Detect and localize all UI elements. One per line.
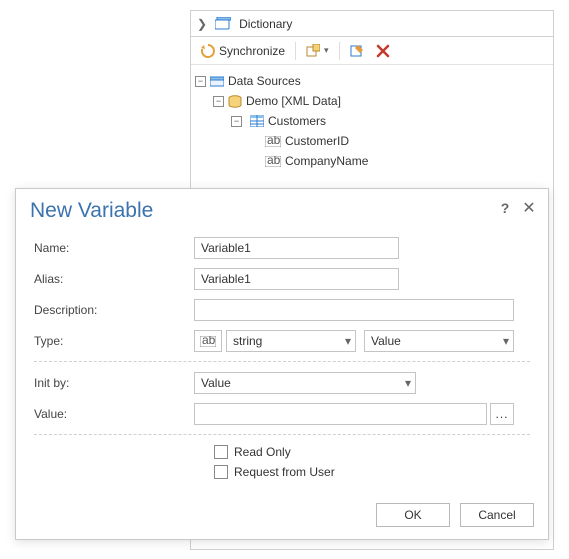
- initby-select[interactable]: Value ▾: [194, 372, 416, 394]
- edit-button[interactable]: [346, 42, 368, 60]
- name-label: Name:: [34, 241, 194, 255]
- initby-label: Init by:: [34, 376, 194, 390]
- ok-label: OK: [404, 508, 421, 522]
- readonly-label: Read Only: [234, 445, 291, 459]
- tree-label: Customers: [268, 114, 326, 128]
- request-from-user-label: Request from User: [234, 465, 335, 479]
- divider: [34, 361, 530, 362]
- dictionary-toolbar: Synchronize ▾: [191, 37, 553, 65]
- database-icon: [228, 95, 242, 108]
- delete-icon: [376, 44, 390, 58]
- tree-label: CustomerID: [285, 134, 349, 148]
- tree-label: Demo [XML Data]: [246, 94, 341, 108]
- initby-value: Value: [201, 376, 231, 390]
- divider: [34, 434, 530, 435]
- chevron-down-icon: ▾: [405, 376, 411, 390]
- synchronize-label: Synchronize: [219, 44, 285, 58]
- svg-text:abc: abc: [202, 336, 216, 347]
- dialog-button-bar: OK Cancel: [376, 503, 534, 527]
- dictionary-icon: [215, 17, 231, 31]
- cancel-label: Cancel: [478, 508, 515, 522]
- value-label: Value:: [34, 407, 194, 421]
- tree-node-demo[interactable]: − Demo [XML Data]: [195, 91, 549, 111]
- alias-input[interactable]: [194, 268, 399, 290]
- readonly-checkbox[interactable]: [214, 445, 228, 459]
- tree-node-customers[interactable]: − Customers: [231, 111, 549, 131]
- request-from-user-checkbox[interactable]: [214, 465, 228, 479]
- field-icon: abc: [265, 136, 281, 147]
- datasource-icon: [210, 75, 224, 87]
- new-item-button[interactable]: ▾: [302, 42, 333, 60]
- dictionary-header: ❯ Dictionary: [191, 11, 553, 37]
- new-item-icon: [306, 44, 320, 58]
- svg-text:abc: abc: [267, 156, 281, 167]
- refresh-icon: [201, 44, 215, 58]
- string-type-icon: abc: [200, 336, 216, 347]
- ok-button[interactable]: OK: [376, 503, 450, 527]
- collapse-icon[interactable]: −: [231, 116, 242, 127]
- collapse-icon[interactable]: −: [195, 76, 206, 87]
- type-mode-value: Value: [371, 334, 401, 348]
- chevron-down-icon: ▾: [503, 334, 509, 348]
- type-icon-box: abc: [194, 330, 222, 352]
- synchronize-button[interactable]: Synchronize: [197, 42, 289, 60]
- collapse-icon[interactable]: −: [213, 96, 224, 107]
- type-mode-select[interactable]: Value ▾: [364, 330, 514, 352]
- edit-icon: [350, 44, 364, 58]
- chevron-down-icon: ▾: [345, 334, 351, 348]
- description-label: Description:: [34, 303, 194, 317]
- tree-label: Data Sources: [228, 74, 301, 88]
- value-input[interactable]: [194, 403, 487, 425]
- description-input[interactable]: [194, 299, 514, 321]
- type-label: Type:: [34, 334, 194, 348]
- svg-text:abc: abc: [267, 136, 281, 147]
- tree-label: CompanyName: [285, 154, 368, 168]
- tree-node-customerid[interactable]: abc CustomerID: [195, 131, 549, 151]
- help-button[interactable]: ?: [496, 199, 514, 217]
- type-value: string: [233, 334, 262, 348]
- cancel-button[interactable]: Cancel: [460, 503, 534, 527]
- alias-label: Alias:: [34, 272, 194, 286]
- toolbar-separator: [339, 42, 340, 60]
- field-icon: abc: [265, 156, 281, 167]
- toolbar-separator: [295, 42, 296, 60]
- new-variable-dialog: New Variable ? ✕ Name: Alias: Descriptio…: [15, 188, 549, 540]
- chevron-down-icon: ▾: [324, 45, 329, 56]
- dictionary-title: Dictionary: [239, 17, 292, 31]
- dialog-form: Name: Alias: Description: Type: abc stri…: [16, 233, 548, 479]
- type-select[interactable]: string ▾: [226, 330, 356, 352]
- close-button[interactable]: ✕: [520, 199, 538, 217]
- tree-node-companyname[interactable]: abc CompanyName: [195, 151, 549, 171]
- chevron-right-icon[interactable]: ❯: [197, 17, 207, 31]
- dictionary-tree: − Data Sources − Demo [XML Data] − Custo…: [191, 65, 553, 177]
- ellipsis-icon: ...: [495, 407, 508, 421]
- table-icon: [250, 115, 264, 127]
- tree-node-datasources[interactable]: − Data Sources: [195, 71, 549, 91]
- dialog-titlebar: New Variable ? ✕: [16, 189, 548, 233]
- delete-button[interactable]: [372, 42, 394, 60]
- name-input[interactable]: [194, 237, 399, 259]
- dialog-title: New Variable: [30, 199, 153, 223]
- browse-button[interactable]: ...: [490, 403, 514, 425]
